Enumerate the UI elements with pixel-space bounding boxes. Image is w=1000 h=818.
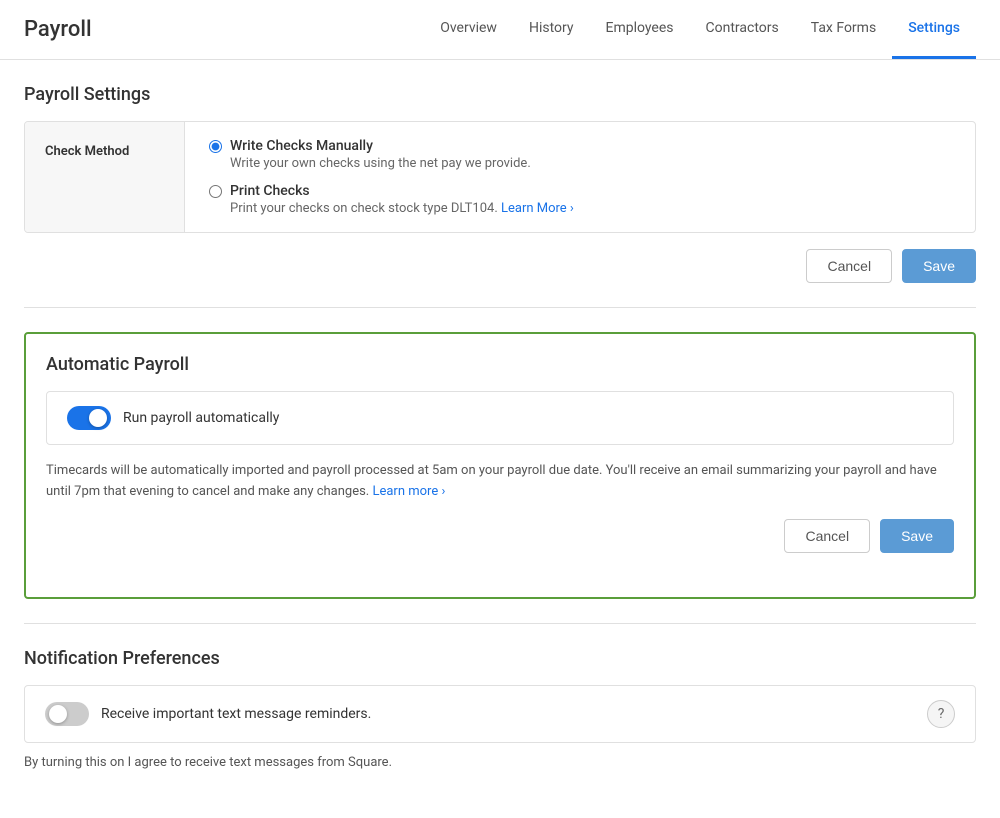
payroll-settings-actions: Cancel Save: [24, 249, 976, 283]
payroll-settings-save-button[interactable]: Save: [902, 249, 976, 283]
check-method-options: Write Checks Manually Write your own che…: [185, 122, 975, 232]
write-checks-text: Write Checks Manually: [230, 138, 531, 154]
auto-payroll-cancel-button[interactable]: Cancel: [784, 519, 870, 553]
main-content: Payroll Settings Check Method Write Chec…: [0, 60, 1000, 818]
auto-payroll-toggle-row: Run payroll automatically: [46, 391, 954, 445]
notification-preferences-section: Notification Preferences Receive importa…: [24, 648, 976, 770]
auto-payroll-label: Run payroll automatically: [123, 410, 279, 426]
automatic-payroll-title: Automatic Payroll: [46, 354, 954, 375]
payroll-settings-section: Payroll Settings Check Method Write Chec…: [24, 84, 976, 308]
auto-payroll-actions: Cancel Save: [46, 519, 954, 553]
automatic-payroll-section: Automatic Payroll Run payroll automatica…: [24, 332, 976, 599]
write-checks-label[interactable]: Write Checks Manually Write your own che…: [209, 138, 951, 171]
auto-payroll-toggle[interactable]: [67, 406, 111, 430]
print-checks-text: Print Checks: [230, 183, 574, 199]
learn-more-link[interactable]: Learn More ›: [501, 201, 574, 216]
print-checks-sub: Print your checks on check stock type DL…: [230, 201, 574, 216]
print-checks-radio[interactable]: [209, 185, 222, 198]
help-icon[interactable]: ?: [927, 700, 955, 728]
payroll-settings-cancel-button[interactable]: Cancel: [806, 249, 892, 283]
print-checks-option[interactable]: Print Checks Print your checks on check …: [209, 183, 951, 216]
check-method-label: Check Method: [25, 122, 185, 232]
nav-tab-history[interactable]: History: [513, 0, 590, 59]
write-checks-option[interactable]: Write Checks Manually Write your own che…: [209, 138, 951, 171]
section-divider-2: [24, 623, 976, 624]
notification-preferences-title: Notification Preferences: [24, 648, 976, 669]
nav-tab-contractors[interactable]: Contractors: [690, 0, 795, 59]
nav-tab-settings[interactable]: Settings: [892, 0, 976, 59]
auto-payroll-slider: [67, 406, 111, 430]
payroll-settings-title: Payroll Settings: [24, 84, 976, 105]
check-method-card: Check Method Write Checks Manually Write…: [24, 121, 976, 233]
auto-payroll-learn-more[interactable]: Learn more ›: [372, 484, 445, 499]
check-method-row: Check Method Write Checks Manually Write…: [25, 122, 975, 232]
notification-bottom-text: By turning this on I agree to receive te…: [24, 755, 976, 770]
nav-tab-overview[interactable]: Overview: [424, 0, 513, 59]
page-title: Payroll: [24, 17, 92, 42]
notification-toggle-row: Receive important text message reminders…: [24, 685, 976, 743]
notification-label: Receive important text message reminders…: [101, 706, 371, 722]
auto-payroll-info: Timecards will be automatically imported…: [46, 461, 954, 503]
section-divider-1: [24, 307, 976, 308]
nav-tab-tax-forms[interactable]: Tax Forms: [795, 0, 892, 59]
header: Payroll OverviewHistoryEmployeesContract…: [0, 0, 1000, 60]
notification-slider: [45, 702, 89, 726]
print-checks-label[interactable]: Print Checks Print your checks on check …: [209, 183, 951, 216]
nav-tabs: OverviewHistoryEmployeesContractorsTax F…: [424, 0, 976, 59]
nav-tab-employees[interactable]: Employees: [590, 0, 690, 59]
write-checks-radio[interactable]: [209, 140, 222, 153]
notification-toggle[interactable]: [45, 702, 89, 726]
auto-payroll-save-button[interactable]: Save: [880, 519, 954, 553]
notification-toggle-inner: Receive important text message reminders…: [45, 702, 915, 726]
write-checks-sub: Write your own checks using the net pay …: [230, 156, 531, 171]
